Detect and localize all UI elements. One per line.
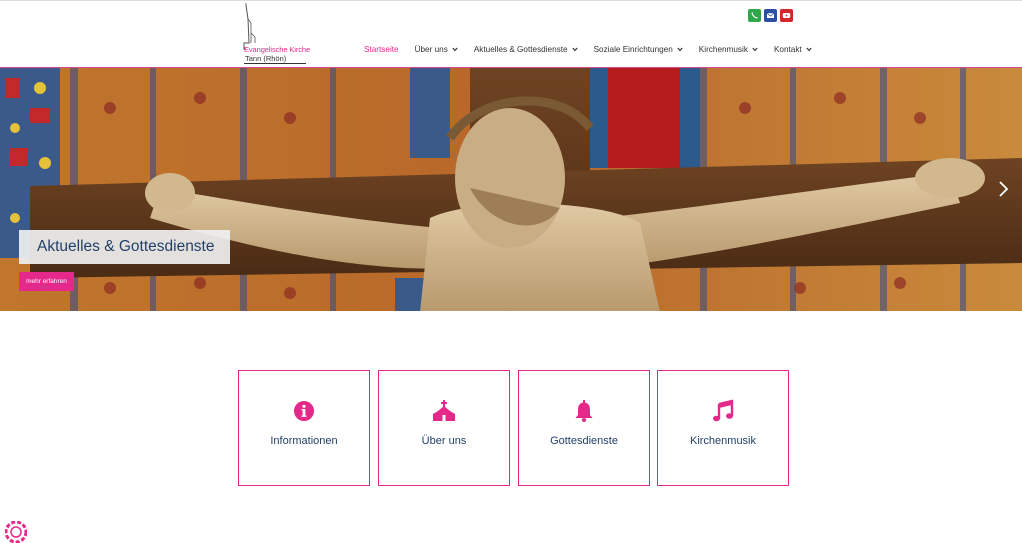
church-icon xyxy=(433,400,455,421)
site-logo[interactable]: Evangelische Kirche Tann (Rhön) xyxy=(236,3,310,65)
nav-item-startseite[interactable]: Startseite xyxy=(364,45,399,54)
phone-icon xyxy=(751,12,758,19)
hero-caption-box: Aktuelles & Gottesdienste xyxy=(19,230,230,264)
nav-item-label: Über uns xyxy=(414,45,448,54)
nav-item-kirchenmusik[interactable]: Kirchenmusik xyxy=(699,45,758,54)
logo-text-line2: Tann (Rhön) xyxy=(245,54,287,63)
chevron-down-icon xyxy=(677,47,683,52)
site-header: Evangelische Kirche Tann (Rhön) Startsei… xyxy=(0,1,1022,67)
main-navigation: Startseite Über uns Aktuelles & Gottesdi… xyxy=(364,45,828,54)
nav-item-label: Startseite xyxy=(364,45,399,54)
nav-item-label: Kirchenmusik xyxy=(698,45,748,54)
youtube-icon xyxy=(782,13,791,18)
nav-item-label: Soziale Einrichtungen xyxy=(593,45,673,54)
mail-icon xyxy=(766,12,775,18)
chevron-down-icon xyxy=(571,47,578,52)
music-note-icon xyxy=(713,399,734,422)
chevron-down-icon xyxy=(806,47,812,52)
bell-icon xyxy=(575,400,593,422)
youtube-button[interactable] xyxy=(780,9,793,22)
mehr-erfahren-button[interactable]: mehr erfahren xyxy=(19,272,74,291)
nav-item-ueber-uns[interactable]: Über uns xyxy=(415,45,458,54)
box-gottesdienste[interactable]: Gottesdienste xyxy=(518,370,650,486)
logo-underline xyxy=(244,63,306,64)
box-label: Kirchenmusik xyxy=(689,435,757,447)
box-label: Gottesdienste xyxy=(550,435,618,447)
nav-item-kontakt[interactable]: Kontakt xyxy=(774,45,812,54)
chevron-down-icon xyxy=(452,47,458,52)
info-icon xyxy=(294,401,314,421)
box-label: Informationen xyxy=(270,435,338,447)
nav-item-soziale-einrichtungen[interactable]: Soziale Einrichtungen xyxy=(594,45,683,54)
crucifix-hero-image xyxy=(0,68,1022,311)
box-kirchenmusik[interactable]: Kirchenmusik xyxy=(657,370,789,486)
hero-slider: Aktuelles & Gottesdienste mehr erfahren xyxy=(0,67,1022,311)
box-informationen[interactable]: Informationen xyxy=(238,370,370,486)
box-ueber-uns[interactable]: Über uns xyxy=(378,370,510,486)
box-label: Über uns xyxy=(421,435,467,447)
hero-title: Aktuelles & Gottesdienste xyxy=(37,238,215,255)
mail-button[interactable] xyxy=(764,9,777,22)
nav-item-aktuelles[interactable]: Aktuelles & Gottesdienste xyxy=(474,45,578,54)
phone-button[interactable] xyxy=(748,9,761,22)
logo-text-line1: Evangelische Kirche xyxy=(244,45,311,54)
nav-item-label: Aktuelles & Gottesdienste xyxy=(473,45,568,54)
chevron-right-icon[interactable] xyxy=(998,180,1010,198)
nav-item-label: Kontakt xyxy=(773,45,802,54)
chevron-down-icon xyxy=(752,47,758,52)
